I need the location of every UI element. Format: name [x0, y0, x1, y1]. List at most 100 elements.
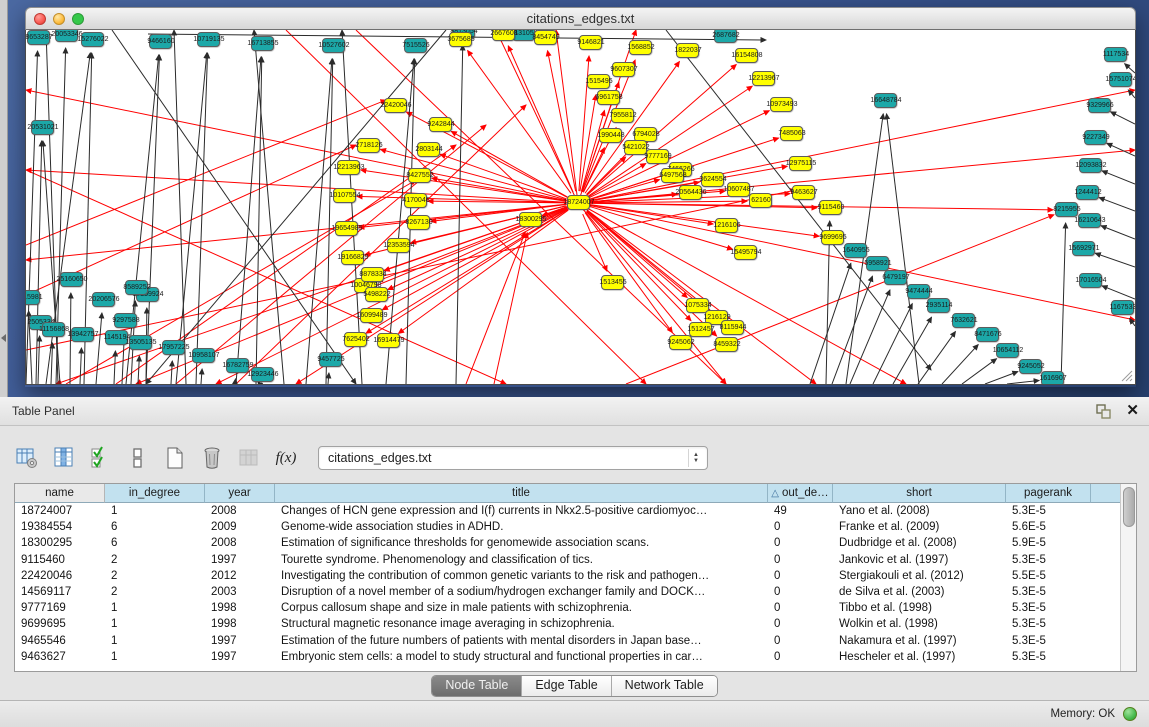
cell-title[interactable]: Changes of HCN gene expression and I(f) … — [275, 503, 768, 519]
table-row[interactable]: 1872400712008Changes of HCN gene express… — [15, 503, 1121, 519]
cell-out-de-[interactable]: 0 — [768, 649, 833, 665]
node-10958107[interactable]: 10958107 — [192, 348, 215, 363]
selected-node-12213963[interactable]: 12213963 — [337, 160, 360, 175]
cell-short[interactable]: de Silva et al. (2003) — [833, 584, 1006, 600]
cell-in-degree[interactable]: 2 — [105, 584, 205, 600]
selected-node-16099489[interactable]: 16099489 — [360, 308, 383, 323]
table-row[interactable]: 946362711997Embryonic stem cells: a mode… — [15, 649, 1121, 665]
node-20206576[interactable]: 20206576 — [92, 292, 115, 307]
node-1616907[interactable]: 1616907 — [1041, 371, 1064, 385]
cell-pagerank[interactable]: 5.3E-5 — [1006, 616, 1091, 632]
selected-node-1513455[interactable]: 1513455 — [601, 275, 624, 290]
cell-pagerank[interactable]: 5.5E-5 — [1006, 568, 1091, 584]
cell-name[interactable]: 9777169 — [15, 600, 105, 616]
delete-table-icon[interactable] — [199, 445, 225, 471]
cell-short[interactable]: Franke et al. (2009) — [833, 519, 1006, 535]
cell-year[interactable]: 1998 — [205, 616, 275, 632]
cell-pagerank[interactable]: 5.3E-5 — [1006, 503, 1091, 519]
cell-name[interactable]: 9115460 — [15, 552, 105, 568]
tab-network-table[interactable]: Network Table — [612, 676, 717, 696]
node-10654112[interactable]: 10654112 — [996, 343, 1019, 358]
selected-node-16154808[interactable]: 16154808 — [735, 48, 758, 63]
node-16210643[interactable]: 16210643 — [1078, 213, 1101, 228]
node-13505135[interactable]: 13505135 — [129, 335, 152, 350]
cell-pagerank[interactable]: 5.3E-5 — [1006, 584, 1091, 600]
table-scrollbar[interactable] — [1120, 484, 1136, 671]
cell-title[interactable]: Disruption of a novel member of a sodium… — [275, 584, 768, 600]
selected-node-16914479[interactable]: 16914479 — [377, 333, 400, 348]
cell-year[interactable]: 1997 — [205, 649, 275, 665]
table-row[interactable]: 1830029562008Estimation of significance … — [15, 535, 1121, 551]
close-panel-icon[interactable]: ✕ — [1126, 402, 1139, 420]
selected-node-10107554[interactable]: 10107554 — [333, 188, 356, 203]
cell-short[interactable]: Stergiakouli et al. (2012) — [833, 568, 1006, 584]
column-header-in-degree[interactable]: in_degree — [105, 484, 205, 503]
node-10527602[interactable]: 10527602 — [322, 38, 345, 53]
selected-node-8454749[interactable]: 8454749 — [534, 30, 557, 45]
node-15692971[interactable]: 15692971 — [1072, 241, 1095, 256]
node-12093832[interactable]: 12093832 — [1079, 158, 1102, 173]
cell-title[interactable]: Tourette syndrome. Phenomenology and cla… — [275, 552, 768, 568]
table-row[interactable]: 1938455462009Genome-wide association stu… — [15, 519, 1121, 535]
selected-node-20564436[interactable]: 20564436 — [679, 185, 702, 200]
network-window-titlebar[interactable]: citations_edges.txt — [25, 7, 1136, 30]
cell-in-degree[interactable]: 2 — [105, 552, 205, 568]
node-8131054[interactable]: 8131054 — [512, 30, 535, 41]
cell-title[interactable]: Structural magnetic resonance image aver… — [275, 616, 768, 632]
cell-title[interactable]: Corpus callosum shape and size in male p… — [275, 600, 768, 616]
table-select-dropdown[interactable]: citations_edges.txt ▲▼ — [318, 446, 708, 470]
cell-name[interactable]: 9699695 — [15, 616, 105, 632]
selected-node-1822037[interactable]: 1822037 — [676, 43, 699, 58]
selected-node-6961758[interactable]: 6961758 — [597, 90, 620, 105]
show-columns-icon[interactable] — [51, 445, 77, 471]
cell-out-de-[interactable]: 0 — [768, 633, 833, 649]
cell-short[interactable]: Tibbo et al. (1998) — [833, 600, 1006, 616]
cell-out-de-[interactable]: 0 — [768, 600, 833, 616]
new-table-icon[interactable] — [162, 445, 188, 471]
table-row[interactable]: 946554611997Estimation of the future num… — [15, 633, 1121, 649]
column-header-year[interactable]: year — [205, 484, 275, 503]
selected-node-1515495[interactable]: 1515495 — [587, 74, 610, 89]
cell-name[interactable]: 22420046 — [15, 568, 105, 584]
cell-in-degree[interactable]: 1 — [105, 503, 205, 519]
tab-node-table[interactable]: Node Table — [432, 676, 522, 696]
cell-pagerank[interactable]: 5.3E-5 — [1006, 633, 1091, 649]
cell-out-de-[interactable]: 0 — [768, 584, 833, 600]
node-7632621[interactable]: 7632621 — [952, 313, 975, 328]
selected-node-7625402[interactable]: 7625402 — [344, 332, 367, 347]
cell-year[interactable]: 1997 — [205, 633, 275, 649]
selected-node-12353594[interactable]: 12353594 — [387, 238, 410, 253]
selected-node-7955812[interactable]: 7955812 — [611, 108, 634, 123]
selected-node-5421022[interactable]: 5421022 — [624, 140, 647, 155]
cell-pagerank[interactable]: 5.3E-5 — [1006, 552, 1091, 568]
table-row[interactable]: 1456911722003Disruption of a novel membe… — [15, 584, 1121, 600]
scrollbar-thumb[interactable] — [1123, 487, 1135, 527]
selected-node-8267130[interactable]: 8267130 — [407, 215, 430, 230]
column-header-name[interactable]: name — [15, 484, 105, 503]
cell-year[interactable]: 1998 — [205, 600, 275, 616]
node-9474444[interactable]: 9474444 — [907, 284, 930, 299]
selected-node-3624554[interactable]: 3624554 — [701, 172, 724, 187]
import-table-icon[interactable] — [236, 445, 262, 471]
node-2687682[interactable]: 2687682 — [714, 30, 737, 43]
node-10719135[interactable]: 10719135 — [197, 32, 220, 47]
selected-node-8115944[interactable]: 8115944 — [721, 320, 744, 335]
selected-node-8459322[interactable]: 8459322 — [715, 337, 738, 352]
node-15276022[interactable]: 15276022 — [81, 32, 104, 47]
node-20531021[interactable]: 20531021 — [31, 120, 54, 135]
node-8653287[interactable]: 8653287 — [27, 30, 50, 45]
cell-out-de-[interactable]: 0 — [768, 616, 833, 632]
table-options-icon[interactable] — [14, 445, 40, 471]
node-9329966[interactable]: 9329966 — [1088, 98, 1111, 113]
cell-in-degree[interactable]: 1 — [105, 616, 205, 632]
node-15751074[interactable]: 15751074 — [1109, 72, 1132, 87]
node-1244412[interactable]: 1244412 — [1076, 185, 1099, 200]
selected-node-10607487[interactable]: 10607487 — [727, 182, 750, 197]
node-9227349[interactable]: 9227349 — [1084, 130, 1107, 145]
cell-name[interactable]: 9465546 — [15, 633, 105, 649]
cell-short[interactable]: Nakamura et al. (1997) — [833, 633, 1006, 649]
cell-title[interactable]: Genome-wide association studies in ADHD. — [275, 519, 768, 535]
selected-node-1216106[interactable]: 1216106 — [715, 218, 738, 233]
cell-name[interactable]: 18300295 — [15, 535, 105, 551]
selected-node-4170046[interactable]: 4170046 — [404, 193, 427, 208]
